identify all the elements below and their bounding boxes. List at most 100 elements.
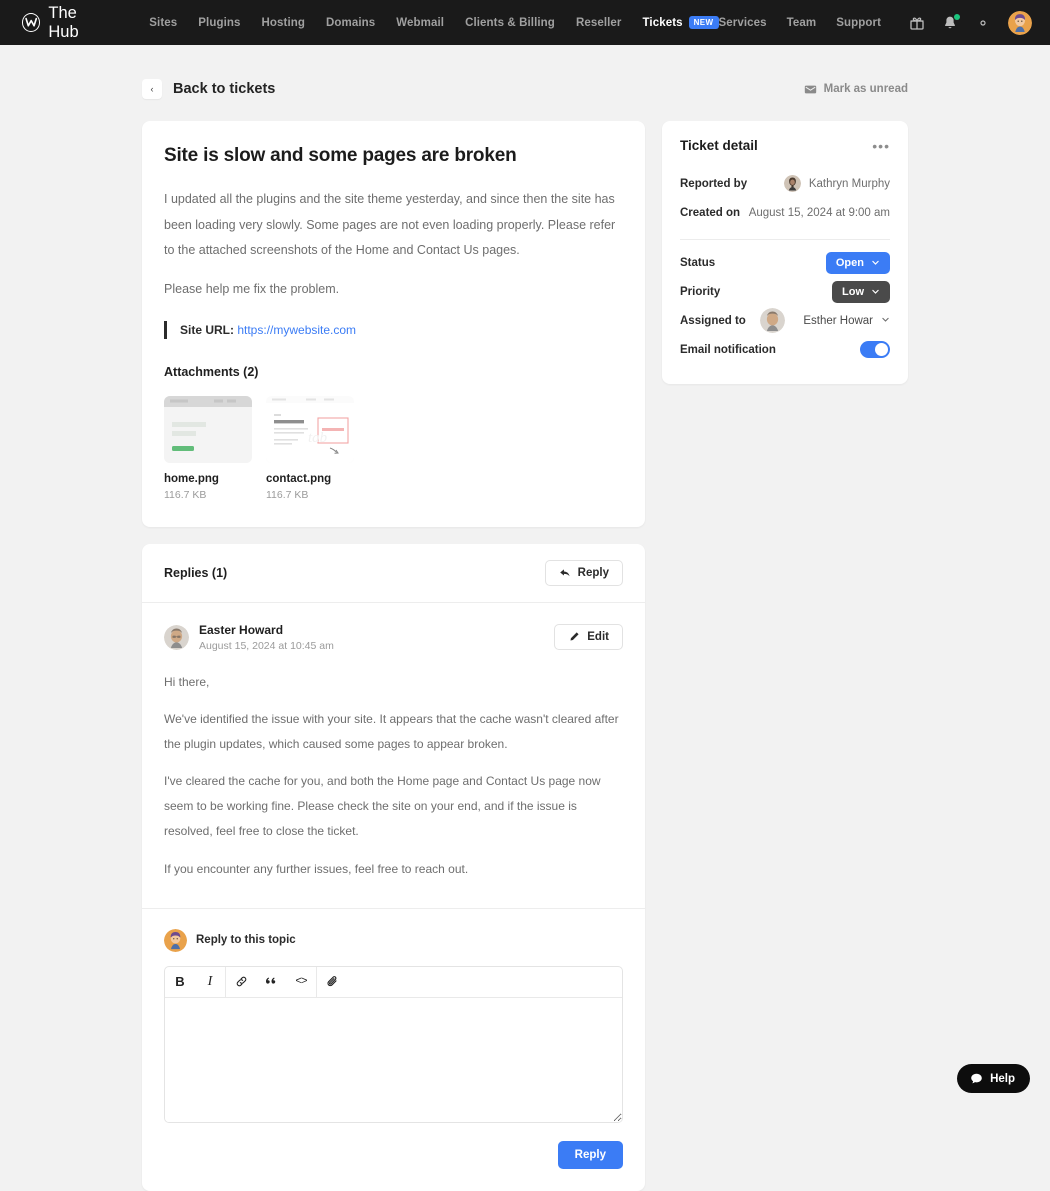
assignee-avatar bbox=[760, 308, 786, 333]
nav-link-reseller[interactable]: Reseller bbox=[576, 17, 622, 29]
edit-reply-button[interactable]: Edit bbox=[554, 624, 623, 650]
chevron-down-icon bbox=[881, 315, 890, 327]
composer-footer: Reply bbox=[164, 1140, 623, 1169]
reply-button-top[interactable]: Reply bbox=[544, 559, 623, 586]
reply-author-name: Easter Howard bbox=[199, 622, 284, 637]
nav-icon-group bbox=[909, 10, 1032, 35]
composer-label: Reply to this topic bbox=[196, 934, 296, 947]
primary-nav: Sites Plugins Hosting Domains Webmail Cl… bbox=[149, 15, 719, 30]
submit-reply-button[interactable]: Reply bbox=[557, 1140, 623, 1169]
bold-icon[interactable]: B bbox=[165, 967, 195, 998]
attachment-size: 116.7 KB bbox=[164, 488, 207, 501]
quote-icon[interactable] bbox=[256, 967, 286, 998]
italic-icon[interactable]: I bbox=[195, 967, 225, 998]
hub-logo-icon bbox=[22, 13, 41, 32]
brand-logo-link[interactable]: The Hub bbox=[22, 4, 109, 42]
attachments-title: Attachments (2) bbox=[164, 364, 259, 379]
nav-link-sites[interactable]: Sites bbox=[149, 17, 177, 29]
priority-row: Priority Low bbox=[680, 277, 890, 306]
contact-thumbnail-image: tab bbox=[266, 395, 354, 463]
site-url-quote: Site URL: https://mywebsite.com bbox=[164, 320, 623, 339]
reply-author-block: Easter Howard August 15, 2024 at 10:45 a… bbox=[199, 623, 334, 652]
link-icon[interactable] bbox=[226, 967, 256, 998]
notification-dot bbox=[954, 13, 960, 20]
hub-mark-icon bbox=[25, 18, 38, 27]
chevron-left-icon: ‹ bbox=[142, 79, 162, 99]
code-icon[interactable]: <> bbox=[286, 967, 316, 998]
avatar-image bbox=[164, 928, 187, 952]
avatar-image bbox=[164, 624, 189, 650]
svg-text:tab: tab bbox=[308, 430, 328, 446]
mark-as-unread-label: Mark as unread bbox=[823, 83, 908, 95]
created-on-row: Created on August 15, 2024 at 9:00 am bbox=[680, 198, 890, 227]
attachment-name: contact.png bbox=[266, 472, 332, 485]
assignee-name: Esther Howar bbox=[803, 314, 873, 327]
priority-value: Low bbox=[842, 285, 864, 298]
assigned-to-row: Assigned to Esther Howar bbox=[680, 306, 890, 335]
avatar-image bbox=[783, 175, 801, 192]
replies-header: Replies (1) Reply bbox=[142, 544, 645, 603]
nav-link-clients-billing[interactable]: Clients & Billing bbox=[465, 17, 555, 29]
help-label: Help bbox=[990, 1072, 1015, 1085]
detail-divider bbox=[680, 239, 890, 240]
email-notification-toggle[interactable] bbox=[860, 341, 890, 358]
email-notification-row: Email notification bbox=[680, 335, 890, 364]
ticket-title: Site is slow and some pages are broken bbox=[164, 145, 517, 166]
back-to-tickets-button[interactable]: ‹ Back to tickets bbox=[142, 79, 275, 99]
status-label: Status bbox=[680, 256, 716, 269]
created-on-label: Created on bbox=[680, 206, 741, 219]
reply-button-label: Reply bbox=[577, 566, 609, 579]
assigned-to-label: Assigned to bbox=[680, 314, 746, 327]
gift-icon[interactable] bbox=[909, 15, 925, 31]
composer-user-avatar bbox=[164, 928, 187, 952]
assignee-dropdown[interactable]: Esther Howar bbox=[760, 308, 890, 333]
bell-icon[interactable] bbox=[942, 13, 960, 31]
nav-link-plugins[interactable]: Plugins bbox=[198, 17, 240, 29]
ticket-paragraph-1: I updated all the plugins and the site t… bbox=[164, 192, 616, 258]
nav-link-team[interactable]: Team bbox=[787, 17, 817, 29]
side-column: Ticket detail ••• Reported by Kathryn Mu… bbox=[662, 121, 908, 384]
user-avatar[interactable] bbox=[1008, 10, 1032, 35]
chevron-down-icon bbox=[871, 258, 880, 267]
page-header: ‹ Back to tickets Mark as unread bbox=[142, 67, 908, 111]
contact-screenshot-thumbnail[interactable]: tab bbox=[266, 395, 354, 463]
more-options-icon[interactable]: ••• bbox=[872, 139, 890, 153]
secondary-nav: Services Team Support bbox=[719, 10, 1032, 35]
site-url-link[interactable]: https://mywebsite.com bbox=[237, 323, 356, 337]
page-container: ‹ Back to tickets Mark as unread Site is… bbox=[0, 67, 1050, 1191]
status-dropdown[interactable]: Open bbox=[825, 251, 890, 274]
help-button[interactable]: Help bbox=[957, 1064, 1030, 1093]
nav-link-domains[interactable]: Domains bbox=[326, 17, 375, 29]
nav-link-hosting[interactable]: Hosting bbox=[262, 17, 306, 29]
status-row: Status Open bbox=[680, 248, 890, 277]
priority-dropdown[interactable]: Low bbox=[832, 280, 890, 303]
attachments-list: home.png 116.7 KB tab contact.png 116.7 … bbox=[164, 395, 623, 501]
mark-as-unread-button[interactable]: Mark as unread bbox=[804, 83, 908, 96]
nav-link-support[interactable]: Support bbox=[836, 17, 881, 29]
reply-author-avatar bbox=[164, 624, 189, 650]
attachment-icon[interactable] bbox=[317, 967, 347, 998]
reply-date: August 15, 2024 at 10:45 am bbox=[199, 639, 334, 652]
nav-badge-new: NEW bbox=[688, 15, 719, 30]
main-column: Site is slow and some pages are broken I… bbox=[142, 121, 645, 1191]
nav-link-services[interactable]: Services bbox=[719, 17, 767, 29]
chevron-down-icon bbox=[871, 287, 880, 296]
edit-reply-label: Edit bbox=[587, 631, 609, 643]
reply-paragraph-2: We've identified the issue with your sit… bbox=[164, 711, 619, 751]
attachment-item: home.png 116.7 KB bbox=[164, 395, 252, 501]
reply-paragraph-3: I've cleared the cache for you, and both… bbox=[164, 774, 601, 839]
chat-bubble-icon bbox=[970, 1072, 983, 1085]
gear-icon[interactable] bbox=[975, 15, 991, 31]
attachment-size: 116.7 KB bbox=[266, 488, 309, 501]
reported-by-value: Kathryn Murphy bbox=[808, 177, 890, 190]
status-value: Open bbox=[835, 256, 864, 269]
nav-link-tickets[interactable]: Tickets NEW bbox=[643, 15, 719, 30]
replies-card: Replies (1) Reply Easter Howard August 1… bbox=[142, 543, 645, 1191]
reply-textarea[interactable] bbox=[165, 997, 622, 1122]
nav-link-webmail[interactable]: Webmail bbox=[396, 17, 444, 29]
home-screenshot-thumbnail[interactable] bbox=[164, 395, 252, 463]
reply-header: Easter Howard August 15, 2024 at 10:45 a… bbox=[164, 623, 623, 652]
reply-paragraph-1: Hi there, bbox=[164, 674, 210, 689]
email-notification-label: Email notification bbox=[680, 343, 776, 356]
site-url-label: Site URL: bbox=[180, 322, 234, 337]
